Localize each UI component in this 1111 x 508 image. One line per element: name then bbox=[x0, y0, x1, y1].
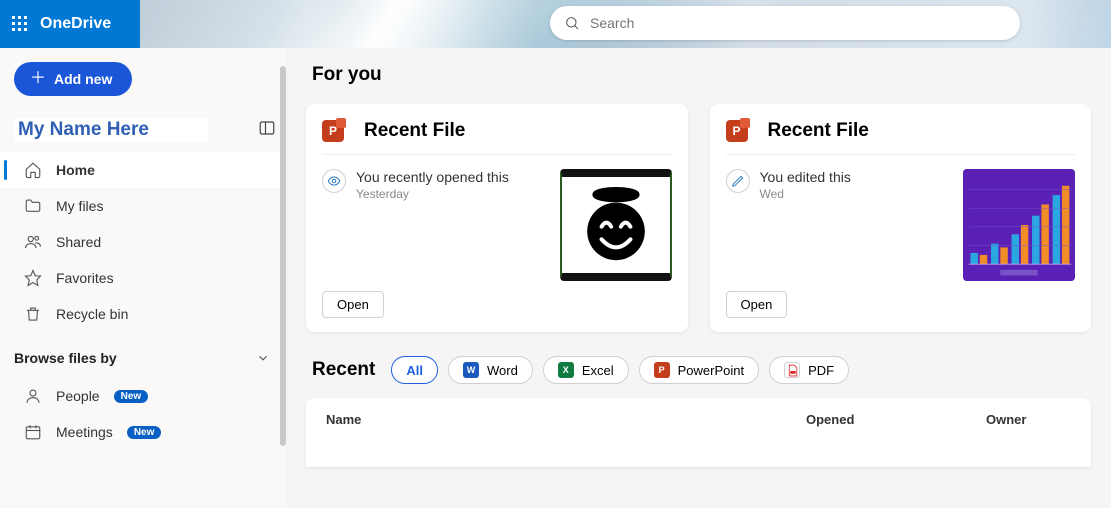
filter-chip-pdf[interactable]: PDF bbox=[769, 356, 849, 384]
for-you-card[interactable]: P Recent File You edited this Wed bbox=[710, 104, 1092, 332]
user-name[interactable]: My Name Here bbox=[14, 118, 208, 142]
chevron-down-icon bbox=[256, 351, 270, 365]
nav-label: Shared bbox=[56, 234, 101, 250]
word-icon: W bbox=[463, 362, 479, 378]
activity-text: You edited this bbox=[760, 169, 851, 185]
nav-item-favorites[interactable]: Favorites bbox=[0, 260, 286, 296]
nav-label: Home bbox=[56, 162, 95, 178]
activity-time: Wed bbox=[760, 187, 851, 201]
person-icon bbox=[24, 387, 42, 405]
home-icon bbox=[24, 161, 42, 179]
for-you-heading: For you bbox=[312, 64, 1091, 86]
chip-label: PDF bbox=[808, 363, 834, 378]
nav-item-myfiles[interactable]: My files bbox=[0, 188, 286, 224]
folder-icon bbox=[24, 197, 42, 215]
eye-icon bbox=[322, 169, 346, 193]
browse-item-meetings[interactable]: Meetings New bbox=[0, 414, 286, 450]
for-you-cards: P Recent File You recently opened this Y… bbox=[306, 104, 1091, 332]
people-icon bbox=[24, 233, 42, 251]
header-banner: OneDrive bbox=[0, 0, 1111, 48]
new-badge: New bbox=[114, 390, 149, 403]
brand-region: OneDrive bbox=[0, 0, 140, 48]
column-header-opened[interactable]: Opened bbox=[806, 412, 986, 427]
activity-time: Yesterday bbox=[356, 187, 509, 201]
powerpoint-icon: P bbox=[654, 362, 670, 378]
recent-heading: Recent bbox=[312, 359, 375, 381]
filter-chip-excel[interactable]: X Excel bbox=[543, 356, 629, 384]
search-box[interactable] bbox=[550, 6, 1020, 40]
nav-label: Favorites bbox=[56, 270, 114, 286]
open-button[interactable]: Open bbox=[322, 291, 384, 318]
new-badge: New bbox=[127, 426, 162, 439]
card-header: P Recent File bbox=[322, 120, 672, 155]
activity-text: You recently opened this bbox=[356, 169, 509, 185]
table-header-row: Name Opened Owner bbox=[326, 412, 1071, 427]
file-thumbnail bbox=[560, 169, 672, 281]
card-title: Recent File bbox=[768, 120, 869, 142]
nav-item-shared[interactable]: Shared bbox=[0, 224, 286, 260]
card-activity: You recently opened this Yesterday bbox=[322, 169, 548, 281]
browse-header-label: Browse files by bbox=[14, 350, 117, 366]
waffle-icon bbox=[12, 16, 28, 32]
card-body: You recently opened this Yesterday bbox=[322, 155, 672, 281]
star-icon bbox=[24, 269, 42, 287]
collapse-sidebar-button[interactable] bbox=[258, 119, 276, 142]
trash-icon bbox=[24, 305, 42, 323]
open-button[interactable]: Open bbox=[726, 291, 788, 318]
nav-list: Home My files Shared Favorites Recycle b… bbox=[0, 152, 286, 332]
browse-header[interactable]: Browse files by bbox=[0, 332, 286, 372]
search-input[interactable] bbox=[590, 15, 1006, 31]
sidebar: ＋ Add new My Name Here Home My files Sha… bbox=[0, 48, 286, 508]
card-title: Recent File bbox=[364, 120, 465, 142]
card-header: P Recent File bbox=[726, 120, 1076, 155]
panel-icon bbox=[258, 119, 276, 137]
nav-label: People bbox=[56, 388, 100, 404]
scrollbar[interactable] bbox=[280, 66, 286, 446]
excel-icon: X bbox=[558, 362, 574, 378]
nav-item-recycle[interactable]: Recycle bin bbox=[0, 296, 286, 332]
add-new-button[interactable]: ＋ Add new bbox=[14, 62, 132, 96]
chip-label: Word bbox=[487, 363, 518, 378]
browse-item-people[interactable]: People New bbox=[0, 378, 286, 414]
card-body: You edited this Wed bbox=[726, 155, 1076, 281]
filter-chip-word[interactable]: W Word bbox=[448, 356, 533, 384]
nav-item-home[interactable]: Home bbox=[0, 152, 286, 188]
column-header-name[interactable]: Name bbox=[326, 412, 806, 427]
powerpoint-icon: P bbox=[322, 120, 344, 142]
user-row: My Name Here bbox=[14, 118, 276, 142]
app-launcher-button[interactable] bbox=[0, 16, 40, 32]
brand-name: OneDrive bbox=[40, 15, 111, 33]
filter-chip-powerpoint[interactable]: P PowerPoint bbox=[639, 356, 759, 384]
plus-icon: ＋ bbox=[30, 71, 46, 87]
recent-table: Name Opened Owner bbox=[306, 398, 1091, 467]
pencil-icon bbox=[726, 169, 750, 193]
nav-label: Recycle bin bbox=[56, 306, 128, 322]
chip-label: PowerPoint bbox=[678, 363, 744, 378]
smiley-icon bbox=[576, 185, 656, 265]
file-thumbnail bbox=[963, 169, 1075, 281]
main-content: For you P Recent File You recently opene… bbox=[300, 48, 1111, 508]
card-activity: You edited this Wed bbox=[726, 169, 952, 281]
add-new-label: Add new bbox=[54, 71, 112, 87]
column-header-owner[interactable]: Owner bbox=[986, 412, 1071, 427]
filter-chip-all[interactable]: All bbox=[391, 356, 438, 384]
chip-label: Excel bbox=[582, 363, 614, 378]
nav-label: Meetings bbox=[56, 424, 113, 440]
calendar-icon bbox=[24, 423, 42, 441]
chart-thumb-icon bbox=[963, 169, 1075, 281]
browse-list: People New Meetings New bbox=[0, 378, 286, 450]
filter-chips: All W Word X Excel P PowerPoint PDF bbox=[391, 356, 849, 384]
pdf-icon bbox=[784, 362, 800, 378]
search-icon bbox=[564, 15, 580, 31]
nav-label: My files bbox=[56, 198, 103, 214]
for-you-card[interactable]: P Recent File You recently opened this Y… bbox=[306, 104, 688, 332]
powerpoint-icon: P bbox=[726, 120, 748, 142]
recent-header: Recent All W Word X Excel P PowerPoint P… bbox=[312, 356, 1091, 384]
